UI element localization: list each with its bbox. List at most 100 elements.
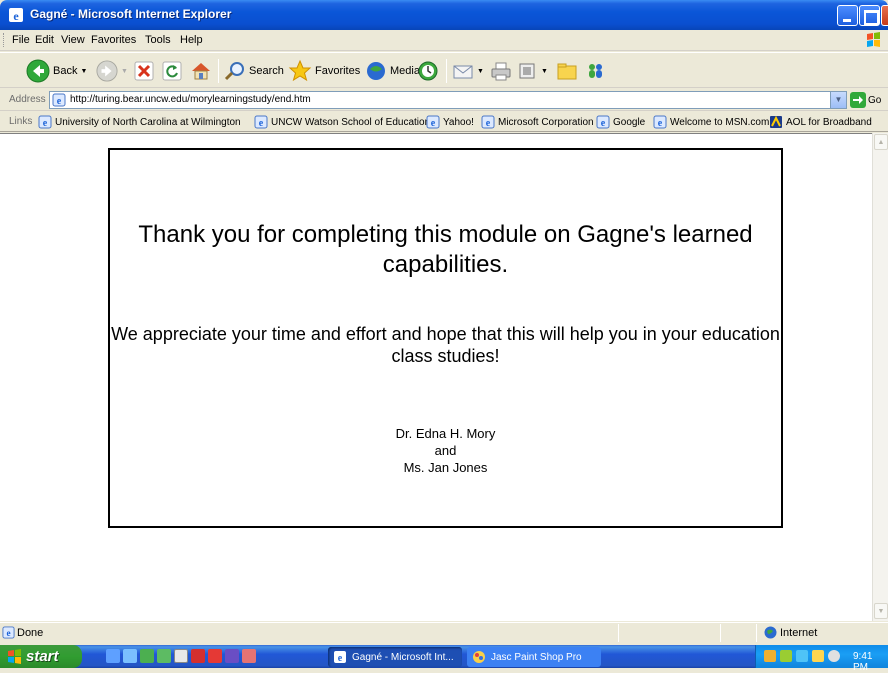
page-icon: e <box>52 93 66 107</box>
clock[interactable]: 9:41 PM <box>853 651 888 673</box>
discuss-button[interactable] <box>556 57 578 85</box>
messenger-button[interactable] <box>584 57 606 85</box>
start-button[interactable]: start <box>0 645 82 668</box>
tray-update-icon[interactable] <box>812 650 824 662</box>
link-label: UNCW Watson School of Education <box>271 116 431 128</box>
media-icon <box>367 62 385 80</box>
chevron-down-icon[interactable]: ▼ <box>541 68 548 75</box>
back-button[interactable]: Back ▼ <box>26 57 87 85</box>
stop-button[interactable] <box>134 57 154 85</box>
mail-icon <box>453 65 473 79</box>
ie-page-icon: e <box>2 626 15 639</box>
system-tray: 9:41 PM <box>755 645 888 673</box>
search-button[interactable]: Search <box>224 57 284 85</box>
author-conjunction: and <box>434 443 457 458</box>
history-icon <box>418 61 438 81</box>
menu-edit[interactable]: Edit <box>35 34 54 46</box>
menu-tools[interactable]: Tools <box>145 34 171 46</box>
task-label: Jasc Paint Shop Pro <box>491 651 582 663</box>
svg-text:e: e <box>57 96 62 107</box>
quicklaunch-ie2-icon[interactable] <box>123 649 137 663</box>
media-label: Media <box>390 65 420 77</box>
forward-button[interactable]: ▼ <box>96 57 128 85</box>
tray-shield-icon[interactable] <box>796 650 808 662</box>
maximize-button[interactable] <box>859 5 880 26</box>
vertical-scrollbar[interactable]: ▲ ▼ <box>872 133 888 621</box>
svg-text:e: e <box>338 653 343 664</box>
menu-favorites[interactable]: Favorites <box>91 34 136 46</box>
task-paint-shop-pro[interactable]: Jasc Paint Shop Pro <box>467 647 601 667</box>
tray-network-icon[interactable] <box>780 650 792 662</box>
link-aol[interactable]: AOL for Broadband <box>769 115 872 129</box>
print-button[interactable] <box>490 57 512 85</box>
printer-icon <box>491 62 511 81</box>
scroll-up-icon[interactable]: ▲ <box>874 134 888 150</box>
close-button[interactable] <box>881 5 888 26</box>
svg-text:e: e <box>13 9 19 23</box>
media-button[interactable]: Media <box>365 57 420 85</box>
status-divider <box>756 624 757 642</box>
ie-logo-icon: e <box>334 651 346 664</box>
menu-file[interactable]: File <box>12 34 30 46</box>
end-message-panel: Thank you for completing this module on … <box>108 148 783 528</box>
taskbar: start e Gagné - Microsoft Int... Jasc Pa… <box>0 645 888 673</box>
quicklaunch-powerpoint-icon[interactable] <box>191 649 205 663</box>
quicklaunch-ie-icon[interactable] <box>106 649 120 663</box>
windows-flag-icon <box>867 32 880 47</box>
chevron-down-icon[interactable]: ▼ <box>121 68 128 75</box>
minimize-button[interactable] <box>837 5 858 26</box>
menu-view[interactable]: View <box>61 34 85 46</box>
link-yahoo[interactable]: e Yahoo! <box>426 115 474 129</box>
star-icon <box>288 59 312 82</box>
tray-status-icon[interactable] <box>828 650 840 662</box>
menu-help[interactable]: Help <box>180 34 203 46</box>
link-label: Welcome to MSN.com <box>670 116 770 128</box>
scroll-down-icon[interactable]: ▼ <box>874 603 888 619</box>
chevron-down-icon[interactable]: ▼ <box>477 68 484 75</box>
ie-page-icon: e <box>426 115 440 129</box>
quicklaunch-access-icon[interactable] <box>208 649 222 663</box>
toolbar-separator <box>446 59 447 83</box>
link-microsoft[interactable]: e Microsoft Corporation <box>481 115 594 129</box>
address-dropdown-chevron-icon[interactable]: ▼ <box>830 92 846 108</box>
paint-shop-pro-icon <box>473 651 485 663</box>
link-watson[interactable]: e UNCW Watson School of Education <box>254 115 430 129</box>
search-icon <box>224 62 244 81</box>
task-internet-explorer[interactable]: e Gagné - Microsoft Int... <box>328 647 462 667</box>
link-uncw[interactable]: e University of North Carolina at Wilmin… <box>38 115 241 129</box>
address-input[interactable]: e http://turing.bear.uncw.edu/morylearni… <box>49 91 847 109</box>
messenger-icon <box>589 64 602 78</box>
quicklaunch-paint-icon[interactable] <box>242 649 256 663</box>
refresh-icon <box>162 61 182 81</box>
chevron-down-icon[interactable]: ▼ <box>80 68 87 75</box>
svg-text:e: e <box>601 118 606 129</box>
tray-speaker-icon[interactable] <box>764 650 776 662</box>
ie-page-icon: e <box>596 115 610 129</box>
history-button[interactable] <box>417 57 439 85</box>
author-name-1: Dr. Edna H. Mory <box>395 426 496 441</box>
ie-window: e Gagné - Microsoft Internet Explorer Fi… <box>0 0 888 645</box>
svg-text:e: e <box>6 629 10 639</box>
status-divider <box>618 624 619 642</box>
home-button[interactable] <box>190 57 212 85</box>
address-bar: Address e http://turing.bear.uncw.edu/mo… <box>0 89 888 111</box>
quicklaunch-spreadsheet-icon[interactable] <box>157 649 171 663</box>
link-label: Google <box>613 116 646 128</box>
refresh-button[interactable] <box>162 57 182 85</box>
aol-icon <box>770 115 782 128</box>
ie-page-icon: e <box>481 115 495 129</box>
mail-button[interactable]: ▼ <box>452 57 484 85</box>
link-msn[interactable]: e Welcome to MSN.com <box>653 115 769 129</box>
favorites-button[interactable]: Favorites <box>288 57 360 85</box>
title-bar[interactable]: e Gagné - Microsoft Internet Explorer <box>0 0 888 30</box>
quicklaunch-word-icon[interactable] <box>225 649 239 663</box>
home-icon <box>192 63 210 80</box>
edit-button[interactable]: ▼ <box>516 57 548 85</box>
quicklaunch-excel-icon[interactable] <box>140 649 154 663</box>
quicklaunch-network-icon[interactable] <box>174 649 188 663</box>
link-google[interactable]: e Google <box>596 115 645 129</box>
go-button[interactable]: Go <box>850 92 881 108</box>
search-label: Search <box>249 65 284 77</box>
globe-icon <box>764 626 777 639</box>
toolbar-grip[interactable] <box>3 33 6 47</box>
